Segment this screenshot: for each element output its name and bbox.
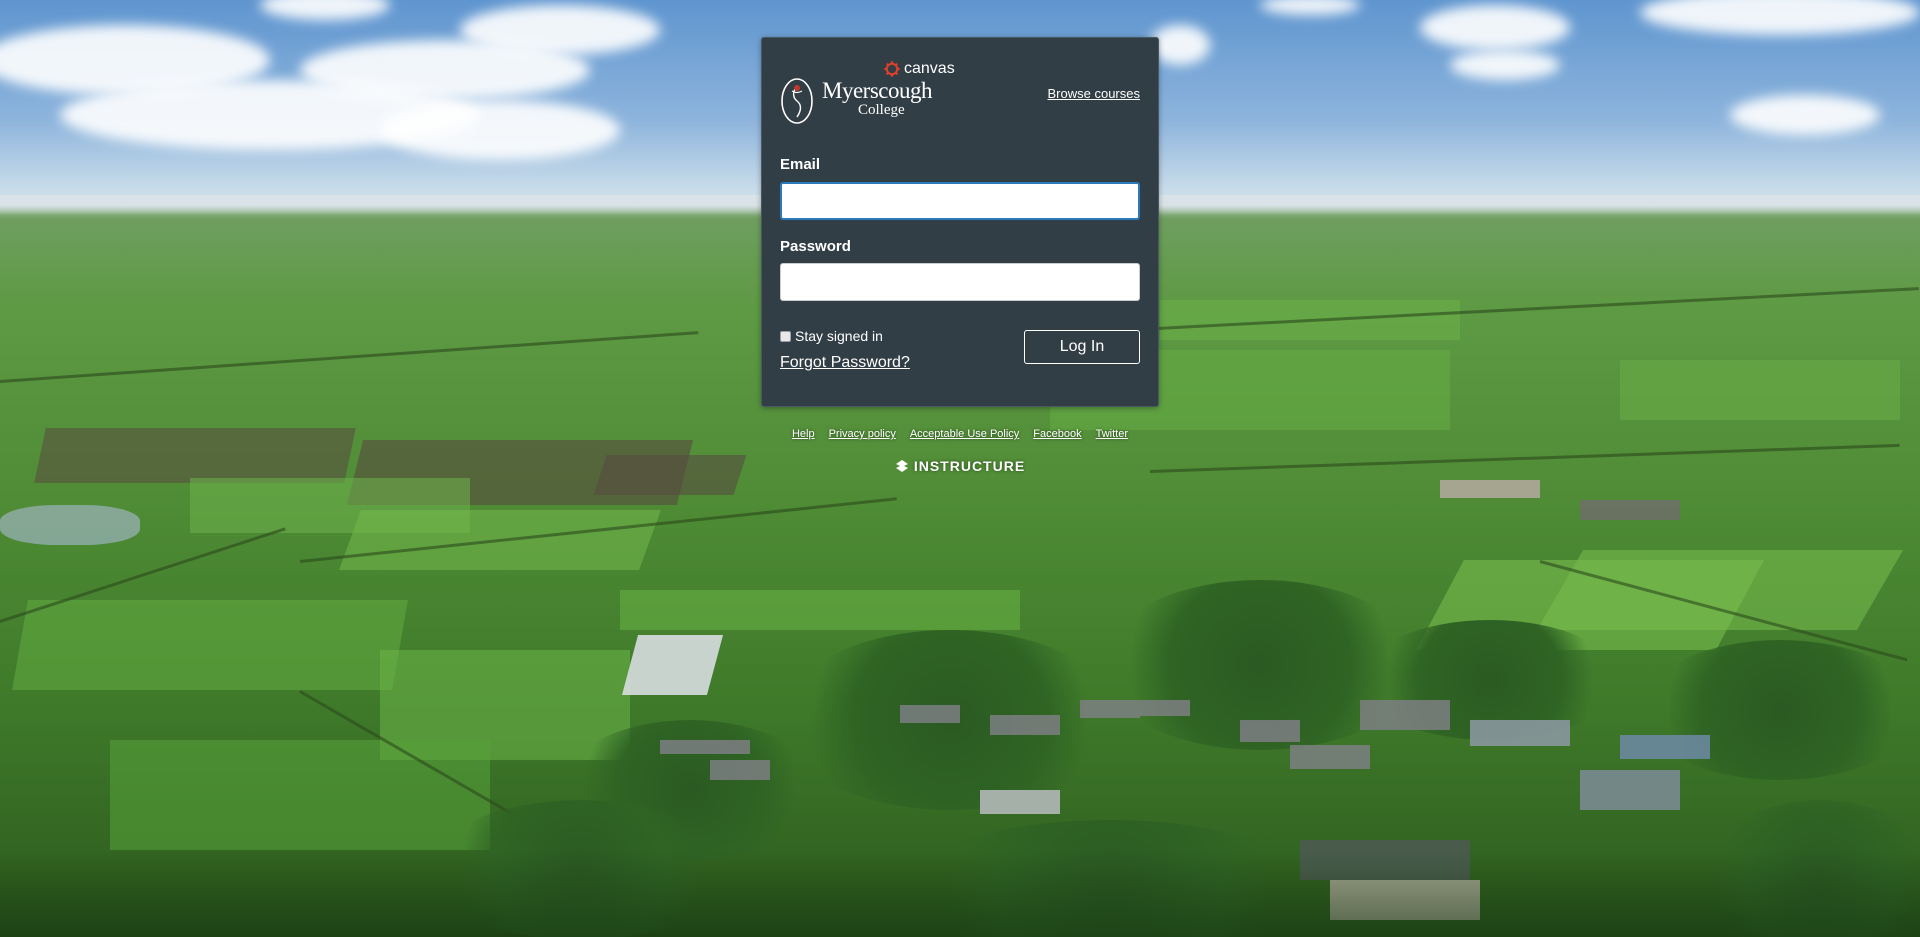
cloud bbox=[1730, 95, 1880, 135]
field-pond bbox=[0, 505, 140, 545]
cloud bbox=[380, 100, 620, 160]
building bbox=[990, 715, 1060, 735]
college-crest-icon bbox=[781, 78, 813, 124]
instructure-logo[interactable]: INSTRUCTURE bbox=[761, 458, 1159, 474]
stay-signed-in-row[interactable]: Stay signed in bbox=[780, 328, 883, 344]
footer-link-privacy[interactable]: Privacy policy bbox=[829, 428, 896, 440]
cloud bbox=[1450, 50, 1560, 80]
browse-courses-link[interactable]: Browse courses bbox=[1048, 86, 1140, 101]
hedge bbox=[0, 331, 699, 383]
field-ploughed bbox=[34, 428, 356, 483]
cloud bbox=[260, 0, 390, 20]
building bbox=[710, 760, 770, 780]
building bbox=[1290, 745, 1370, 769]
cloud bbox=[1150, 25, 1210, 65]
field-roof bbox=[621, 635, 724, 695]
college-logo: canvas Myerscough College bbox=[780, 56, 955, 128]
building bbox=[1240, 720, 1300, 742]
footer-link-help[interactable]: Help bbox=[792, 428, 815, 440]
building bbox=[1080, 700, 1140, 718]
building bbox=[660, 740, 750, 754]
bottom-shade bbox=[0, 850, 1920, 937]
building bbox=[1140, 700, 1190, 716]
cloud bbox=[1640, 0, 1920, 35]
instructure-label: INSTRUCTURE bbox=[913, 458, 1026, 474]
instructure-icon bbox=[895, 460, 908, 472]
canvas-label: canvas bbox=[904, 60, 955, 77]
field-light bbox=[110, 740, 490, 850]
college-name: Myerscough bbox=[822, 78, 932, 103]
email-label: Email bbox=[780, 156, 821, 173]
building bbox=[900, 705, 960, 723]
field-light bbox=[1536, 550, 1904, 630]
login-button[interactable]: Log In bbox=[1024, 330, 1140, 364]
cloud bbox=[1260, 0, 1360, 15]
building bbox=[1440, 480, 1540, 498]
building bbox=[1620, 735, 1710, 759]
footer-link-facebook[interactable]: Facebook bbox=[1033, 428, 1081, 440]
building bbox=[1470, 720, 1570, 746]
hedge bbox=[1149, 443, 1900, 473]
stay-signed-in-checkbox[interactable] bbox=[780, 330, 791, 342]
field-light bbox=[1620, 360, 1900, 420]
email-input[interactable] bbox=[780, 182, 1140, 220]
field-light bbox=[620, 590, 1020, 630]
footer-link-twitter[interactable]: Twitter bbox=[1096, 428, 1128, 440]
tree-cluster bbox=[1640, 640, 1920, 780]
stay-signed-in-label[interactable]: Stay signed in bbox=[795, 328, 883, 344]
login-panel: canvas Myerscough College Browse courses… bbox=[761, 37, 1159, 407]
field-ploughed bbox=[593, 455, 747, 495]
password-label: Password bbox=[780, 238, 851, 255]
password-input[interactable] bbox=[780, 263, 1140, 301]
building bbox=[1580, 500, 1680, 520]
building bbox=[980, 790, 1060, 814]
building bbox=[1580, 770, 1680, 810]
canvas-logo-icon bbox=[884, 61, 900, 77]
cloud bbox=[1420, 5, 1570, 50]
cloud bbox=[460, 5, 660, 55]
canvas-brand: canvas bbox=[884, 60, 955, 78]
field-light bbox=[12, 600, 408, 690]
footer-link-aup[interactable]: Acceptable Use Policy bbox=[910, 428, 1019, 440]
building bbox=[1360, 700, 1450, 730]
forgot-password-link[interactable]: Forgot Password? bbox=[780, 354, 910, 372]
footer-links: Help Privacy policy Acceptable Use Polic… bbox=[761, 428, 1159, 440]
college-subtitle: College bbox=[858, 102, 905, 118]
